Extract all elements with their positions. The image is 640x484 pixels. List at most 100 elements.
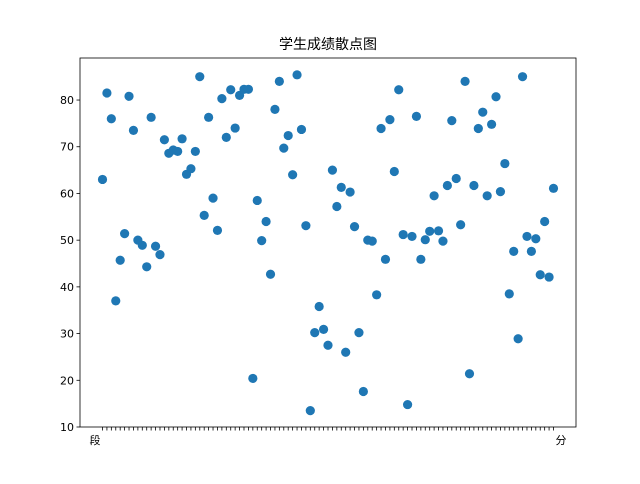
data-point xyxy=(230,123,240,133)
data-point xyxy=(252,195,262,206)
x-tick-label-first: 段 xyxy=(90,433,101,447)
data-point xyxy=(292,70,302,80)
y-tick-label: 60 xyxy=(60,187,74,200)
data-point xyxy=(336,182,346,192)
data-point xyxy=(540,216,550,227)
data-point xyxy=(265,269,276,279)
data-point xyxy=(473,123,483,134)
data-point xyxy=(279,143,289,153)
data-point xyxy=(341,347,351,357)
data-point xyxy=(318,324,329,334)
data-point xyxy=(270,104,280,114)
data-point xyxy=(106,114,116,124)
figure-background xyxy=(0,0,640,480)
data-point xyxy=(416,254,426,264)
data-point xyxy=(283,130,293,141)
chart: 学生成绩散点图 段 分 10 20 30 40 50 60 70 80 xyxy=(0,0,640,480)
data-point xyxy=(389,166,399,177)
data-point xyxy=(442,180,452,191)
data-point xyxy=(517,72,528,82)
data-point xyxy=(257,236,267,246)
data-point xyxy=(345,187,355,197)
data-point xyxy=(429,191,439,201)
y-tick-label: 50 xyxy=(60,234,74,247)
data-point xyxy=(226,85,236,95)
data-point xyxy=(296,124,307,135)
data-point xyxy=(354,328,364,338)
data-point xyxy=(332,201,342,212)
data-point xyxy=(367,236,377,246)
data-point xyxy=(208,193,218,203)
data-point xyxy=(394,85,404,95)
scatter-chart: 学生成绩散点图 段 分 10 20 30 40 50 60 70 80 xyxy=(0,0,640,480)
data-point xyxy=(221,132,231,143)
data-point xyxy=(150,241,161,251)
data-point xyxy=(478,107,488,117)
y-tick-label: 40 xyxy=(60,281,74,294)
data-point xyxy=(288,170,298,180)
data-point xyxy=(111,296,121,306)
data-point xyxy=(186,164,196,174)
data-point xyxy=(358,386,368,397)
data-point xyxy=(310,328,320,338)
data-point xyxy=(531,234,541,244)
data-point xyxy=(447,115,457,126)
data-point xyxy=(177,134,187,144)
data-point xyxy=(327,165,338,175)
data-point xyxy=(146,112,156,122)
data-point xyxy=(456,220,466,230)
data-point xyxy=(451,173,461,184)
chart-title: 学生成绩散点图 xyxy=(279,37,377,53)
data-point xyxy=(199,210,209,221)
data-point xyxy=(102,88,112,98)
data-point xyxy=(433,226,444,236)
data-point xyxy=(173,146,183,157)
data-point xyxy=(155,250,165,260)
data-point xyxy=(243,84,254,94)
data-point xyxy=(544,272,554,282)
data-point xyxy=(314,301,324,312)
data-point xyxy=(398,229,408,240)
data-point xyxy=(195,72,205,82)
data-point xyxy=(535,270,545,280)
y-tick-label: 20 xyxy=(60,374,74,387)
y-tick-label: 30 xyxy=(60,328,74,341)
data-point xyxy=(402,399,413,410)
data-point xyxy=(190,146,200,157)
data-point xyxy=(526,246,536,256)
data-point xyxy=(124,91,134,101)
x-tick-label-last: 分 xyxy=(556,434,567,447)
data-point xyxy=(513,334,523,344)
data-point xyxy=(217,94,227,104)
data-point xyxy=(509,246,519,256)
data-point xyxy=(159,135,169,145)
data-point xyxy=(372,290,382,300)
data-point xyxy=(142,262,152,272)
data-point xyxy=(438,236,448,246)
data-point xyxy=(482,191,492,201)
data-point xyxy=(305,406,315,416)
data-point xyxy=(120,229,130,239)
data-point xyxy=(380,254,391,264)
y-tick-label: 70 xyxy=(60,141,74,154)
data-point xyxy=(495,186,506,197)
data-point xyxy=(500,158,510,169)
data-point xyxy=(411,111,422,121)
data-point xyxy=(349,222,360,232)
data-point xyxy=(274,76,284,86)
data-point xyxy=(487,119,497,129)
data-point xyxy=(460,76,470,86)
data-point xyxy=(425,226,435,236)
y-tick-label: 80 xyxy=(60,94,74,107)
data-point xyxy=(385,115,395,125)
data-point xyxy=(248,373,258,384)
data-point xyxy=(469,180,479,191)
y-tick-label: 10 xyxy=(60,421,74,434)
data-point xyxy=(128,125,139,135)
data-point xyxy=(115,255,125,265)
data-point xyxy=(261,216,271,227)
data-point xyxy=(464,369,475,379)
data-point xyxy=(323,340,333,350)
data-point xyxy=(407,231,417,242)
data-point xyxy=(548,183,559,193)
